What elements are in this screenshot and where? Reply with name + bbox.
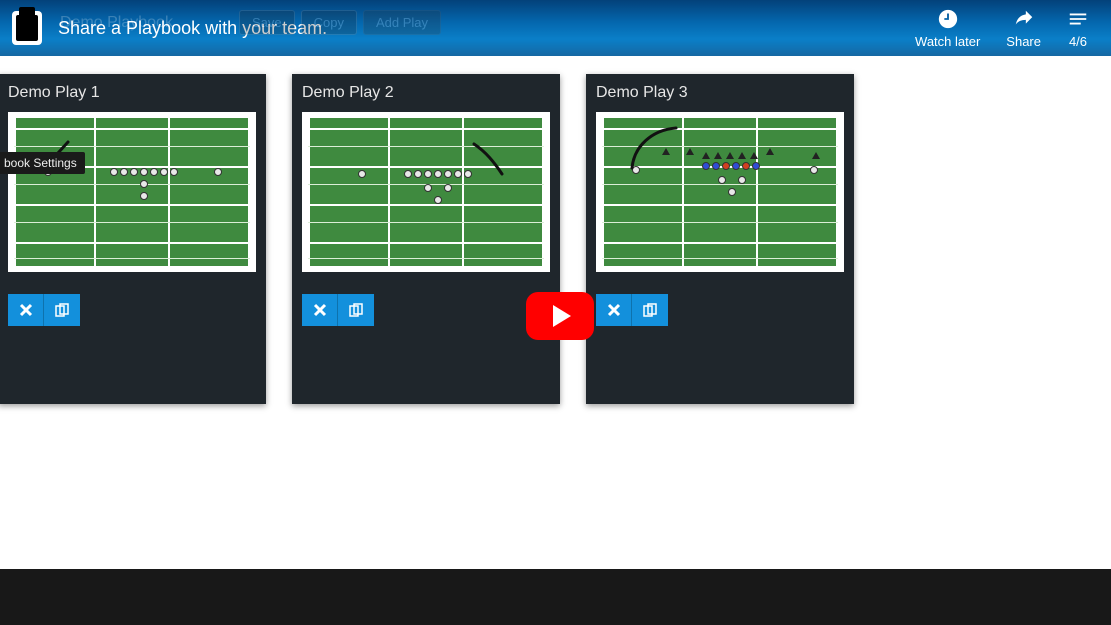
- play-card-title: Demo Play 2: [302, 84, 550, 102]
- player-control-strip: [0, 569, 1111, 625]
- settings-tooltip: book Settings: [0, 152, 85, 174]
- youtube-play-button[interactable]: [526, 292, 594, 340]
- card-button-row: [302, 294, 550, 326]
- clock-icon: [937, 8, 959, 30]
- header-controls: Watch later Share 4/6: [915, 0, 1111, 56]
- copy-icon: [55, 303, 69, 317]
- play-card[interactable]: Demo Play 3: [586, 74, 854, 404]
- play-card-row: Demo Play 1: [0, 56, 1111, 404]
- field-thumbnail[interactable]: [596, 112, 844, 272]
- close-icon: [607, 303, 621, 317]
- close-icon: [313, 303, 327, 317]
- playlist-icon: [1067, 8, 1089, 30]
- play-card-title: Demo Play 1: [8, 84, 256, 102]
- play-card[interactable]: Demo Play 2: [292, 74, 560, 404]
- playlist-button[interactable]: 4/6: [1067, 8, 1089, 49]
- playlist-count: 4/6: [1069, 34, 1087, 49]
- play-card-title: Demo Play 3: [596, 84, 844, 102]
- delete-play-button[interactable]: [302, 294, 338, 326]
- video-stage: book Settings Demo Play 1: [0, 56, 1111, 625]
- play-card[interactable]: Demo Play 1: [0, 74, 266, 404]
- video-header: Demo Playbook Save Copy Add Play Share a…: [0, 0, 1111, 56]
- field-thumbnail[interactable]: [302, 112, 550, 272]
- share-arrow-icon: [1013, 8, 1035, 30]
- copy-play-button[interactable]: [338, 294, 374, 326]
- close-icon: [19, 303, 33, 317]
- card-button-row: [8, 294, 256, 326]
- copy-icon: [349, 303, 363, 317]
- delete-play-button[interactable]: [596, 294, 632, 326]
- share-label: Share: [1006, 34, 1041, 49]
- add-play-button-ghost: Add Play: [363, 10, 441, 35]
- copy-icon: [643, 303, 657, 317]
- video-title[interactable]: Share a Playbook with your team.: [58, 18, 327, 39]
- clipboard-icon: [12, 11, 42, 45]
- share-button[interactable]: Share: [1006, 8, 1041, 49]
- copy-play-button[interactable]: [632, 294, 668, 326]
- watch-later-label: Watch later: [915, 34, 980, 49]
- delete-play-button[interactable]: [8, 294, 44, 326]
- copy-play-button[interactable]: [44, 294, 80, 326]
- watch-later-button[interactable]: Watch later: [915, 8, 980, 49]
- card-button-row: [596, 294, 844, 326]
- field-thumbnail[interactable]: [8, 112, 256, 272]
